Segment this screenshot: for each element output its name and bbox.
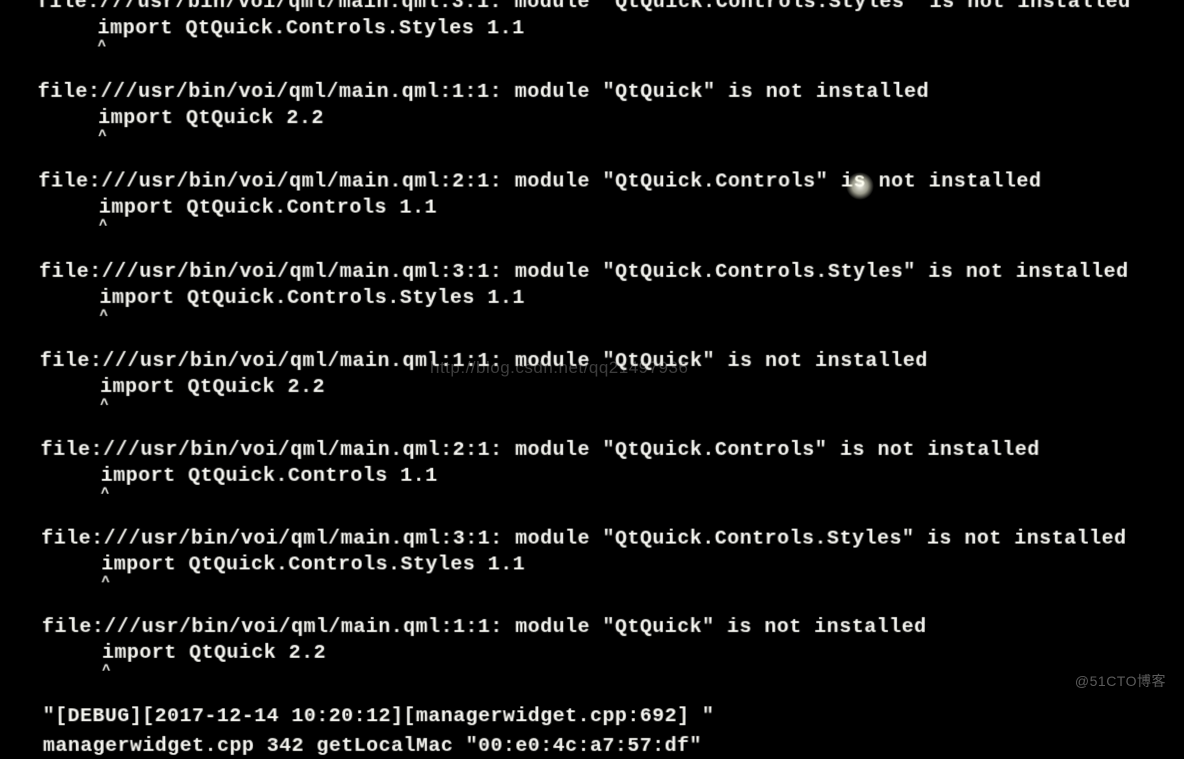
error-line: file:///usr/bin/voi/qml/main.qml:3:1: mo… xyxy=(37,0,1184,16)
error-line: file:///usr/bin/voi/qml/main.qml:1:1: mo… xyxy=(38,80,1184,106)
caret-line: ^ xyxy=(39,312,1184,323)
caret-line: ^ xyxy=(37,42,1184,53)
error-line: file:///usr/bin/voi/qml/main.qml:1:1: mo… xyxy=(42,615,1182,641)
caret-line: ^ xyxy=(42,667,1181,678)
error-line: file:///usr/bin/voi/qml/main.qml:3:1: mo… xyxy=(39,259,1184,285)
import-line: import QtQuick.Controls.Styles 1.1 xyxy=(37,16,1184,42)
import-line: import QtQuick.Controls 1.1 xyxy=(39,196,1184,222)
caret-line: ^ xyxy=(38,132,1184,143)
watermark-bottom: @51CTO博客 xyxy=(1075,672,1166,690)
error-block: file:///usr/bin/voi/qml/main.qml:2:1: mo… xyxy=(38,170,1184,234)
error-line: file:///usr/bin/voi/qml/main.qml:2:1: mo… xyxy=(38,170,1184,196)
import-line: import QtQuick.Controls 1.1 xyxy=(41,464,1184,490)
import-line: import QtQuick.Controls.Styles 1.1 xyxy=(39,285,1184,311)
debug-line: managerwidget.cpp 342 getLocalMac "00:e0… xyxy=(43,734,1181,759)
caret-line: ^ xyxy=(40,401,1184,412)
error-block: file:///usr/bin/voi/qml/main.qml:3:1: mo… xyxy=(37,0,1184,54)
caret-line: ^ xyxy=(39,222,1184,233)
caret-line: ^ xyxy=(41,490,1183,501)
error-block: file:///usr/bin/voi/qml/main.qml:2:1: mo… xyxy=(40,438,1183,501)
import-line: import QtQuick 2.2 xyxy=(42,641,1182,667)
error-block: file:///usr/bin/voi/qml/main.qml:3:1: mo… xyxy=(39,259,1184,322)
terminal-output: file:///usr/bin/voi/qml/main.qml:3:1: mo… xyxy=(0,0,1184,759)
error-block: file:///usr/bin/voi/qml/main.qml:1:1: mo… xyxy=(38,80,1184,144)
error-line: file:///usr/bin/voi/qml/main.qml:2:1: mo… xyxy=(40,438,1183,464)
error-block: file:///usr/bin/voi/qml/main.qml:3:1: mo… xyxy=(41,527,1183,590)
import-line: import QtQuick.Controls.Styles 1.1 xyxy=(41,553,1182,579)
import-line: import QtQuick 2.2 xyxy=(38,106,1184,132)
error-block: file:///usr/bin/voi/qml/main.qml:1:1: mo… xyxy=(42,615,1182,678)
error-line: file:///usr/bin/voi/qml/main.qml:3:1: mo… xyxy=(41,527,1183,553)
debug-line: "[DEBUG][2017-12-14 10:20:12][managerwid… xyxy=(43,704,1182,730)
caret-line: ^ xyxy=(42,579,1183,590)
watermark-center: http://blog.csdn.net/qq21497936 xyxy=(430,357,688,379)
